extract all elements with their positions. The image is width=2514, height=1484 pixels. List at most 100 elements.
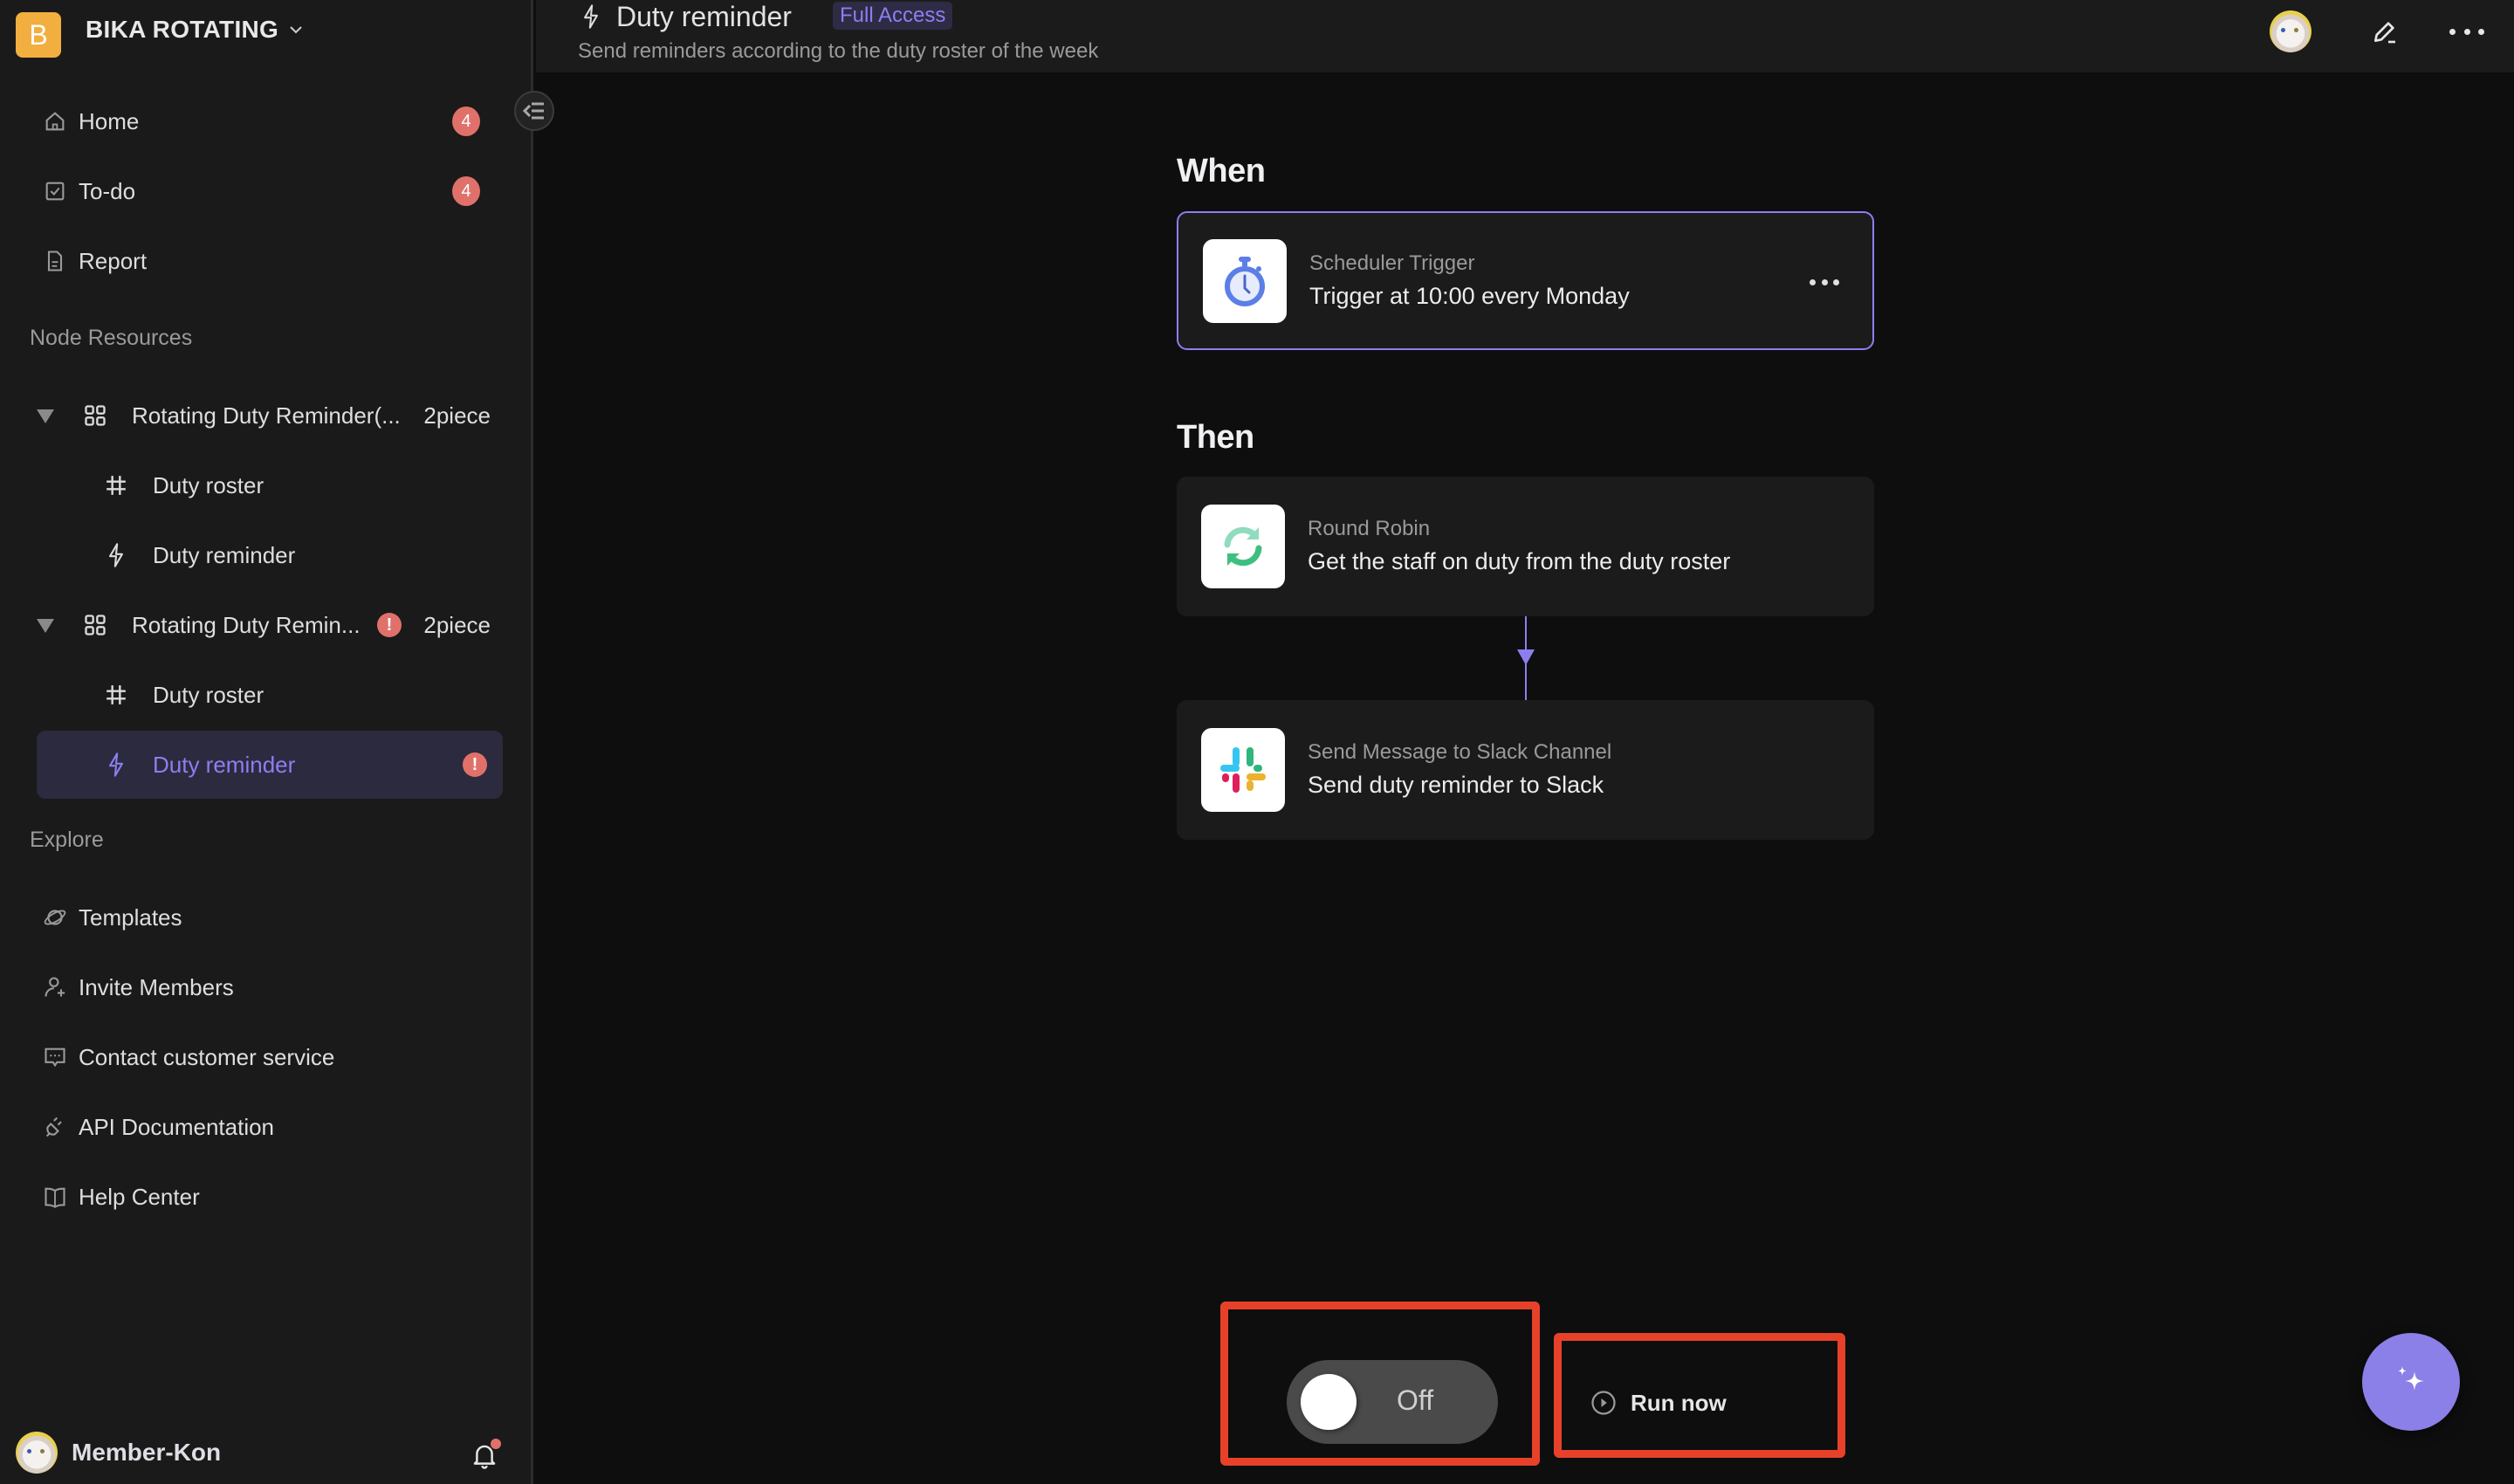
action-description: Send duty reminder to Slack [1308,772,1604,798]
nav-label: Invite Members [79,973,234,1000]
grid-table-icon [103,472,129,498]
page-title: Duty reminder [580,0,792,33]
action-type: Round Robin [1308,517,1431,540]
toggle-state-label: Off [1397,1384,1434,1416]
nav-label: Contact customer service [79,1043,335,1070]
notification-badge: 4 [452,106,480,136]
action-description: Get the staff on duty from the duty rost… [1308,548,1731,574]
lightning-icon [584,4,598,29]
tree-item-duty-roster[interactable]: Duty roster [37,451,503,519]
error-icon: ! [463,752,487,777]
nav-item-api-docs[interactable]: API Documentation [37,1099,503,1155]
tree-folder[interactable]: Rotating Duty Reminder(... 2piece [37,381,503,450]
stopwatch-icon [1203,239,1287,323]
slack-icon [1201,728,1285,812]
workspace-logo[interactable]: B [16,12,61,58]
caret-down-icon[interactable] [35,408,56,425]
plug-icon [42,1114,68,1140]
document-icon [42,248,68,274]
card-more-button[interactable] [1810,278,1839,286]
action-card[interactable]: Round Robin Get the staff on duty from t… [1177,477,1874,616]
nav-label: To-do [79,177,136,204]
tree-item-duty-roster[interactable]: Duty roster [37,661,503,729]
nav-label: API Documentation [79,1113,275,1140]
run-now-label: Run now [1631,1389,1727,1416]
nav-item-templates[interactable]: Templates [37,890,503,945]
item-label: Duty roster [153,471,264,498]
dot [1833,278,1839,285]
notification-bell[interactable] [471,1439,501,1469]
refresh-cycle-icon [1201,505,1285,588]
item-label: Duty roster [153,681,264,708]
checkbox-icon [42,178,68,204]
lightning-icon [103,542,129,568]
page-title-text: Duty reminder [616,0,792,32]
workspace-switcher[interactable]: BIKA ROTATING [86,16,305,44]
home-icon [42,108,68,134]
when-heading: When [1177,153,1266,189]
nav-item-report[interactable]: Report [37,233,503,289]
trigger-description: Trigger at 10:00 every Monday [1309,283,1630,309]
item-label: Duty reminder [153,541,296,568]
nav-item-help-center[interactable]: Help Center [37,1169,503,1225]
tree-folder[interactable]: Rotating Duty Remin... ! 2piece [37,591,503,659]
access-badge: Full Access [833,2,953,30]
more-options-button[interactable] [2449,17,2484,45]
folder-count: 2piece [423,611,491,638]
then-heading: Then [1177,419,1254,456]
notification-dot [491,1439,501,1449]
user-avatar[interactable] [16,1432,58,1474]
run-now-button[interactable]: Run now [1590,1384,1727,1421]
workspace-name: BIKA ROTATING [86,16,279,43]
play-circle-icon [1591,1391,1616,1415]
caret-down-icon[interactable] [35,617,56,635]
folder-name: Rotating Duty Reminder(... [132,402,401,429]
pencil-icon[interactable] [2371,17,2399,45]
error-icon: ! [377,613,402,637]
grid-icon [82,612,108,638]
dot [2449,28,2456,35]
nav-label: Home [79,107,140,134]
automation-toggle[interactable]: Off [1287,1360,1498,1444]
nav-item-home[interactable]: Home 4 [37,93,503,149]
action-card[interactable]: Send Message to Slack Channel Send duty … [1177,700,1874,840]
collapse-sidebar-button[interactable] [514,91,554,131]
chat-icon [42,1044,68,1070]
ai-assistant-button[interactable] [2362,1333,2460,1431]
folder-name: Rotating Duty Remin... [132,611,361,638]
header-avatar[interactable] [2270,10,2311,52]
user-name[interactable]: Member-Kon [72,1439,221,1467]
lightning-icon [103,752,129,778]
sparkle-icon [2398,1366,2424,1391]
nav-label: Report [79,247,148,274]
add-user-icon [42,974,68,1000]
dot [1810,278,1816,285]
nav-item-contact-service[interactable]: Contact customer service [37,1029,503,1085]
item-label: Duty reminder [153,751,296,778]
book-icon [42,1184,68,1210]
dot [2478,28,2484,35]
nav-item-invite-members[interactable]: Invite Members [37,959,503,1015]
page-subtitle: Send reminders according to the duty ros… [578,39,1099,63]
section-label-node-resources: Node Resources [30,326,193,350]
grid-table-icon [103,682,129,708]
grid-icon [82,402,108,429]
nav-item-todo[interactable]: To-do 4 [37,163,503,219]
nav-label: Help Center [79,1183,200,1210]
notification-badge: 4 [452,176,480,206]
tree-item-duty-reminder[interactable]: Duty reminder [37,521,503,589]
tree-item-duty-reminder-active[interactable]: Duty reminder ! [37,731,503,799]
dot [2463,28,2470,35]
folder-count: 2piece [423,402,491,429]
dot [1821,278,1828,285]
collapse-left-icon [523,102,544,120]
user-footer: Member-Kon [16,1432,505,1474]
trigger-card[interactable]: Scheduler Trigger Trigger at 10:00 every… [1177,211,1874,350]
chevron-down-icon [290,26,302,34]
planet-icon [42,904,68,931]
action-type: Send Message to Slack Channel [1308,740,1612,764]
toggle-knob [1301,1374,1357,1430]
section-label-explore: Explore [30,828,104,852]
trigger-type: Scheduler Trigger [1309,251,1475,275]
page-header: Duty reminder Full Access Send reminders… [536,0,2514,72]
